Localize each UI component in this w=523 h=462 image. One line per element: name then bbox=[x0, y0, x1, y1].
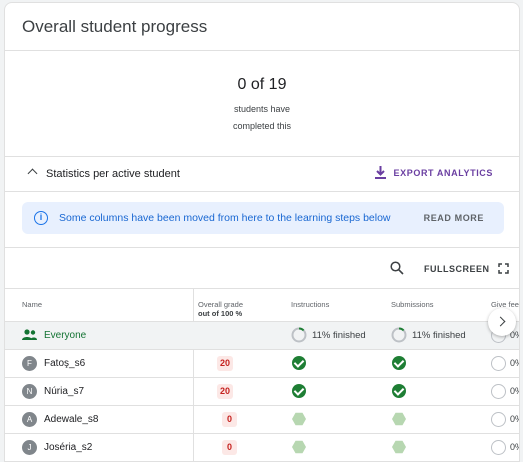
everyone-instructions-label: 11% finished bbox=[312, 329, 366, 341]
grade-badge: 0 bbox=[222, 412, 237, 427]
everyone-submissions-label: 11% finished bbox=[412, 329, 466, 341]
export-analytics-button[interactable]: EXPORT ANALYTICS bbox=[374, 166, 493, 179]
give-feedback-label: 0% bbox=[510, 414, 519, 424]
stats-section-label: Statistics per active student bbox=[46, 168, 180, 180]
group-icon bbox=[22, 329, 37, 340]
divider bbox=[5, 288, 519, 289]
avatar: A bbox=[22, 412, 37, 427]
student-name[interactable]: Núria_s7 bbox=[44, 386, 84, 397]
check-icon bbox=[392, 356, 406, 370]
grade-badge: 0 bbox=[222, 440, 237, 455]
divider bbox=[5, 50, 519, 51]
table-row[interactable]: J Joséria_s2 0 0% bbox=[5, 433, 519, 461]
check-icon bbox=[292, 356, 306, 370]
column-header-grade[interactable]: Overall grade bbox=[198, 300, 243, 309]
read-more-button[interactable]: READ MORE bbox=[424, 213, 484, 223]
fullscreen-icon bbox=[497, 263, 509, 274]
info-icon: i bbox=[34, 211, 48, 225]
column-header-name[interactable]: Name bbox=[22, 300, 42, 309]
avatar: J bbox=[22, 440, 37, 455]
divider bbox=[5, 247, 519, 248]
student-name[interactable]: Fatoş_s6 bbox=[44, 358, 85, 369]
give-feedback-label: 0% bbox=[510, 442, 519, 452]
fullscreen-label: FULLSCREEN bbox=[424, 263, 490, 274]
stats-section-header[interactable]: Statistics per active student EXPORT ANA… bbox=[5, 157, 519, 191]
give-feedback-label: 0% bbox=[510, 386, 519, 396]
give-feedback-label: 0% bbox=[510, 358, 519, 368]
export-analytics-label: EXPORT ANALYTICS bbox=[393, 167, 493, 178]
table-row[interactable]: A Adewale_s8 0 0% bbox=[5, 405, 519, 433]
avatar: F bbox=[22, 356, 37, 371]
divider bbox=[5, 191, 519, 192]
column-header-instructions[interactable]: Instructions bbox=[291, 300, 329, 309]
check-icon bbox=[292, 384, 306, 398]
everyone-submissions-progress: 11% finished bbox=[391, 327, 466, 343]
empty-progress-icon bbox=[491, 384, 506, 399]
everyone-instructions-progress: 11% finished bbox=[291, 327, 366, 343]
table-row-everyone[interactable]: Everyone 11% finished 11% finished 0% bbox=[5, 321, 519, 349]
student-progress-card: Overall student progress 0 of 19 student… bbox=[4, 2, 520, 462]
scroll-right-button[interactable] bbox=[488, 308, 516, 336]
info-banner: i Some columns have been moved from here… bbox=[22, 202, 504, 234]
table-row[interactable]: F Fatoş_s6 20 0% bbox=[5, 349, 519, 377]
completion-caption-line1: students have bbox=[233, 104, 291, 114]
column-header-grade-sub: out of 100 % bbox=[198, 309, 243, 318]
not-started-icon bbox=[392, 440, 406, 454]
fullscreen-button[interactable]: FULLSCREEN bbox=[424, 263, 509, 274]
empty-progress-icon bbox=[491, 412, 506, 427]
download-icon bbox=[374, 166, 386, 179]
page-title: Overall student progress bbox=[22, 17, 208, 36]
search-icon[interactable] bbox=[390, 261, 404, 275]
column-header-submissions[interactable]: Submissions bbox=[391, 300, 434, 309]
student-name[interactable]: Adewale_s8 bbox=[44, 414, 98, 425]
not-started-icon bbox=[292, 440, 306, 454]
student-name[interactable]: Joséria_s2 bbox=[44, 442, 92, 453]
empty-progress-icon bbox=[491, 356, 506, 371]
avatar: N bbox=[22, 384, 37, 399]
progress-ring-icon bbox=[291, 327, 307, 343]
completion-caption-line2: completed this bbox=[232, 121, 292, 131]
progress-ring-icon bbox=[391, 327, 407, 343]
everyone-label: Everyone bbox=[44, 330, 87, 341]
chevron-up-icon[interactable] bbox=[27, 168, 38, 179]
info-banner-text: Some columns have been moved from here t… bbox=[59, 212, 391, 224]
not-started-icon bbox=[392, 412, 406, 426]
grade-badge: 20 bbox=[217, 384, 234, 399]
empty-progress-icon bbox=[491, 440, 506, 455]
check-icon bbox=[392, 384, 406, 398]
completion-count: 0 of 19 bbox=[237, 76, 287, 93]
not-started-icon bbox=[292, 412, 306, 426]
table-row[interactable]: N Núria_s7 20 0% bbox=[5, 377, 519, 405]
grade-badge: 20 bbox=[217, 356, 234, 371]
